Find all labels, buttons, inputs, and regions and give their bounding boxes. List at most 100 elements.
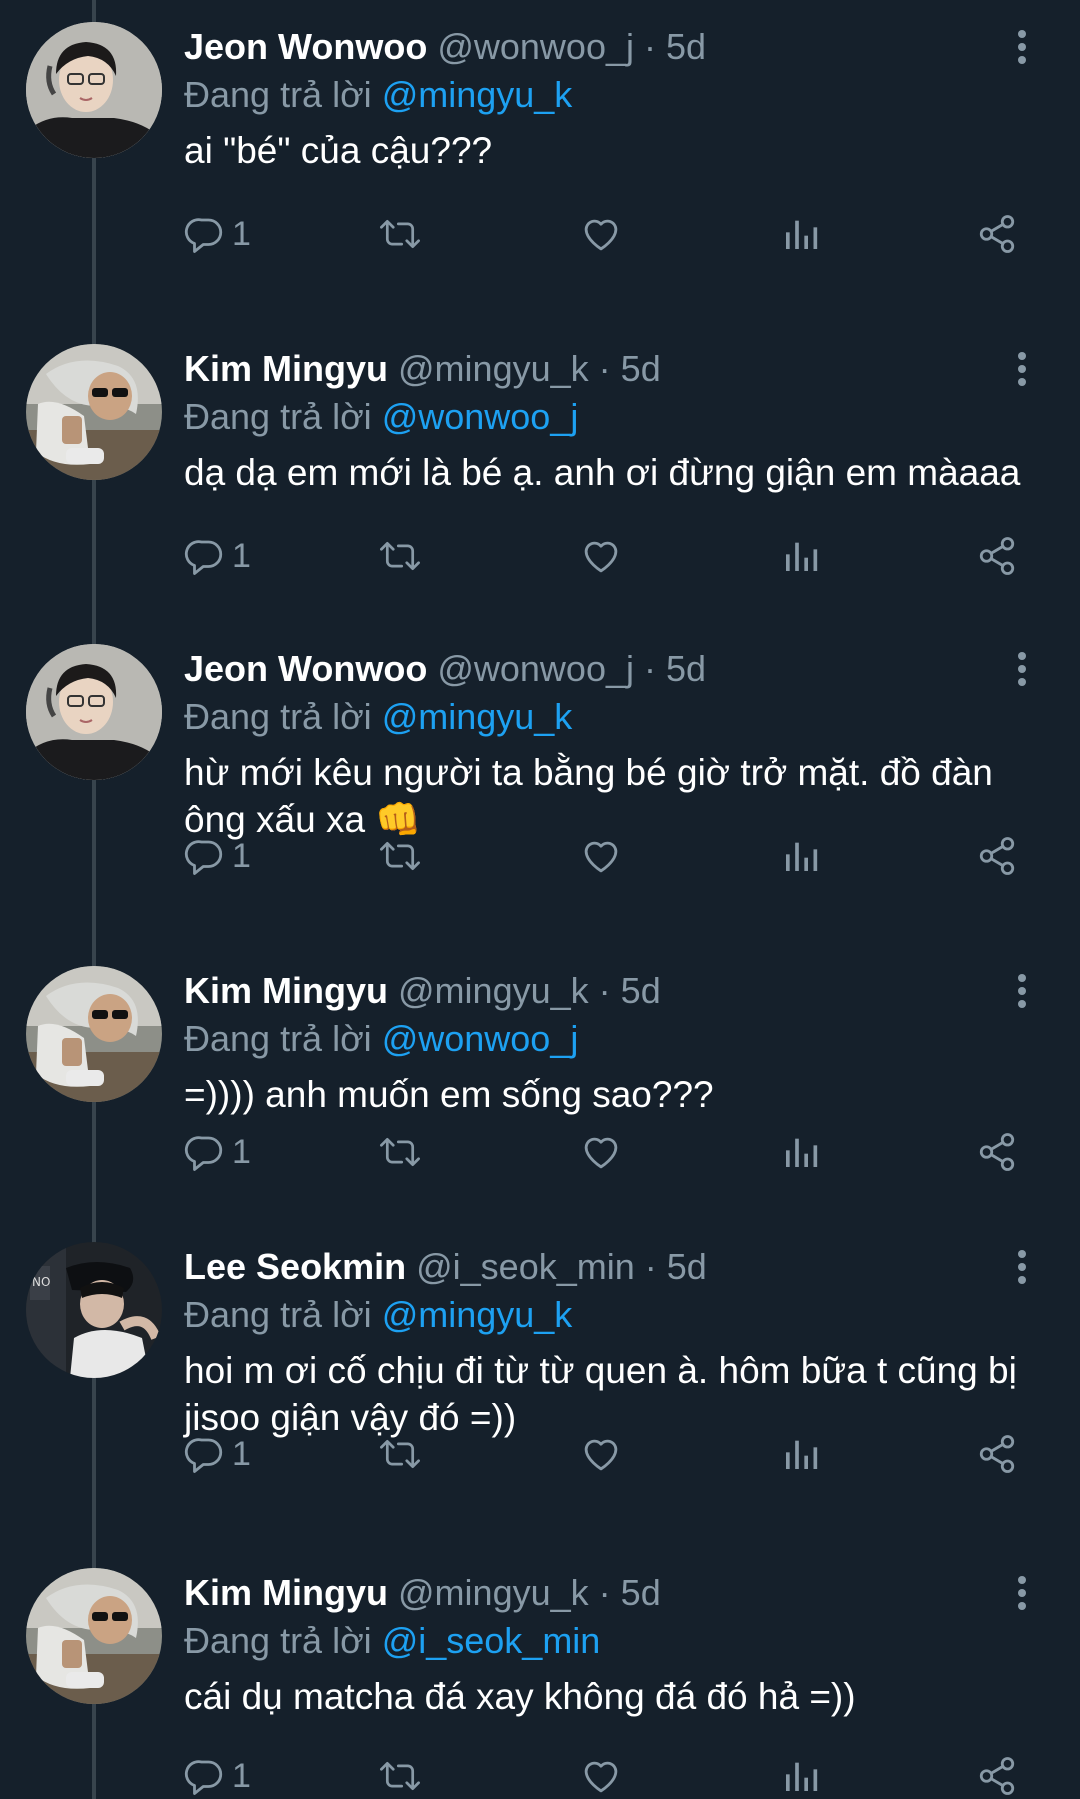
share-button[interactable] [976, 212, 1018, 256]
display-name[interactable]: Kim Mingyu [184, 1572, 388, 1613]
action-bar: 1 [184, 1432, 1024, 1476]
user-handle[interactable]: @mingyu_k [398, 1572, 589, 1613]
share-icon [976, 213, 1018, 255]
reply-icon [184, 213, 226, 255]
analytics-icon [781, 1755, 821, 1797]
action-bar: 1 [184, 1754, 1024, 1798]
replying-to-label: Đang trả lời [184, 1018, 382, 1059]
more-vertical-icon[interactable] [1016, 30, 1028, 70]
avatar-wonwoo[interactable] [26, 644, 162, 780]
share-button[interactable] [976, 534, 1018, 578]
separator-dot: · [644, 26, 657, 67]
reply-button[interactable]: 1 [184, 1432, 251, 1476]
heart-icon [580, 1755, 622, 1797]
share-button[interactable] [976, 834, 1018, 878]
timestamp[interactable]: 5d [621, 1572, 661, 1613]
mention-link[interactable]: @mingyu_k [382, 74, 573, 115]
retweet-button[interactable] [378, 1754, 422, 1798]
timestamp[interactable]: 5d [667, 1246, 707, 1287]
analytics-button[interactable] [781, 1754, 821, 1798]
display-name[interactable]: Lee Seokmin [184, 1246, 406, 1287]
avatar-mingyu[interactable] [26, 344, 162, 480]
analytics-button[interactable] [781, 212, 821, 256]
mention-link[interactable]: @wonwoo_j [382, 1018, 579, 1059]
more-vertical-icon[interactable] [1016, 352, 1028, 392]
display-name[interactable]: Jeon Wonwoo [184, 26, 427, 67]
share-button[interactable] [976, 1754, 1018, 1798]
replying-to-label: Đang trả lời [184, 74, 382, 115]
more-vertical-icon[interactable] [1016, 1576, 1028, 1616]
reply-button[interactable]: 1 [184, 212, 251, 256]
user-handle[interactable]: @mingyu_k [398, 970, 589, 1011]
analytics-button[interactable] [781, 1432, 821, 1476]
separator-dot: · [598, 1572, 611, 1613]
separator-dot: · [644, 1246, 657, 1287]
reply-count: 1 [232, 1756, 251, 1795]
avatar-mingyu[interactable] [26, 966, 162, 1102]
action-bar: 1 [184, 834, 1024, 878]
retweet-icon [378, 835, 422, 877]
share-button[interactable] [976, 1432, 1018, 1476]
like-button[interactable] [580, 1130, 622, 1174]
avatar-mingyu[interactable] [26, 1568, 162, 1704]
like-button[interactable] [580, 1432, 622, 1476]
share-button[interactable] [976, 1130, 1018, 1174]
reply-icon [184, 1433, 226, 1475]
retweet-button[interactable] [378, 534, 422, 578]
retweet-button[interactable] [378, 834, 422, 878]
timestamp[interactable]: 5d [621, 970, 661, 1011]
separator-dot: · [644, 648, 657, 689]
heart-icon [580, 835, 622, 877]
tweet-text: hoi m ơi cố chịu đi từ từ quen à. hôm bữ… [184, 1350, 1017, 1438]
like-button[interactable] [580, 1754, 622, 1798]
like-button[interactable] [580, 534, 622, 578]
like-button[interactable] [580, 212, 622, 256]
avatar-wonwoo[interactable] [26, 22, 162, 158]
analytics-button[interactable] [781, 534, 821, 578]
user-handle[interactable]: @wonwoo_j [437, 26, 634, 67]
share-icon [976, 1433, 1018, 1475]
display-name[interactable]: Kim Mingyu [184, 348, 388, 389]
tweet-text: ai "bé" của cậu??? [184, 130, 493, 171]
retweet-button[interactable] [378, 212, 422, 256]
timestamp[interactable]: 5d [666, 648, 706, 689]
avatar-seokmin[interactable]: NO [26, 1242, 162, 1378]
mention-link[interactable]: @mingyu_k [382, 696, 573, 737]
display-name[interactable]: Jeon Wonwoo [184, 648, 427, 689]
like-button[interactable] [580, 834, 622, 878]
heart-icon [580, 1131, 622, 1173]
reply-count: 1 [232, 1434, 251, 1473]
analytics-button[interactable] [781, 834, 821, 878]
replying-to: Đang trả lời @wonwoo_j [184, 1016, 1040, 1062]
mention-link[interactable]: @mingyu_k [382, 1294, 573, 1335]
reply-button[interactable]: 1 [184, 834, 251, 878]
thread-line [92, 0, 96, 1799]
user-handle[interactable]: @i_seok_min [416, 1246, 635, 1287]
reply-button[interactable]: 1 [184, 534, 251, 578]
replying-to-label: Đang trả lời [184, 396, 382, 437]
heart-icon [580, 1433, 622, 1475]
analytics-button[interactable] [781, 1130, 821, 1174]
display-name[interactable]: Kim Mingyu [184, 970, 388, 1011]
more-vertical-icon[interactable] [1016, 652, 1028, 692]
analytics-icon [781, 213, 821, 255]
separator-dot: · [598, 348, 611, 389]
more-vertical-icon[interactable] [1016, 974, 1028, 1014]
user-handle[interactable]: @wonwoo_j [437, 648, 634, 689]
analytics-icon [781, 1433, 821, 1475]
retweet-button[interactable] [378, 1130, 422, 1174]
share-icon [976, 1131, 1018, 1173]
user-handle[interactable]: @mingyu_k [398, 348, 589, 389]
more-vertical-icon[interactable] [1016, 1250, 1028, 1290]
tweet-text: hừ mới kêu người ta bằng bé giờ trở mặt.… [184, 752, 993, 840]
timestamp[interactable]: 5d [666, 26, 706, 67]
mention-link[interactable]: @i_seok_min [382, 1620, 601, 1661]
replying-to: Đang trả lời @mingyu_k [184, 694, 1040, 740]
retweet-button[interactable] [378, 1432, 422, 1476]
reply-button[interactable]: 1 [184, 1130, 251, 1174]
reply-button[interactable]: 1 [184, 1754, 251, 1798]
timestamp[interactable]: 5d [621, 348, 661, 389]
tweet-text: dạ dạ em mới là bé ạ. anh ơi đừng giận e… [184, 452, 1021, 493]
reply-count: 1 [232, 536, 251, 575]
mention-link[interactable]: @wonwoo_j [382, 396, 579, 437]
